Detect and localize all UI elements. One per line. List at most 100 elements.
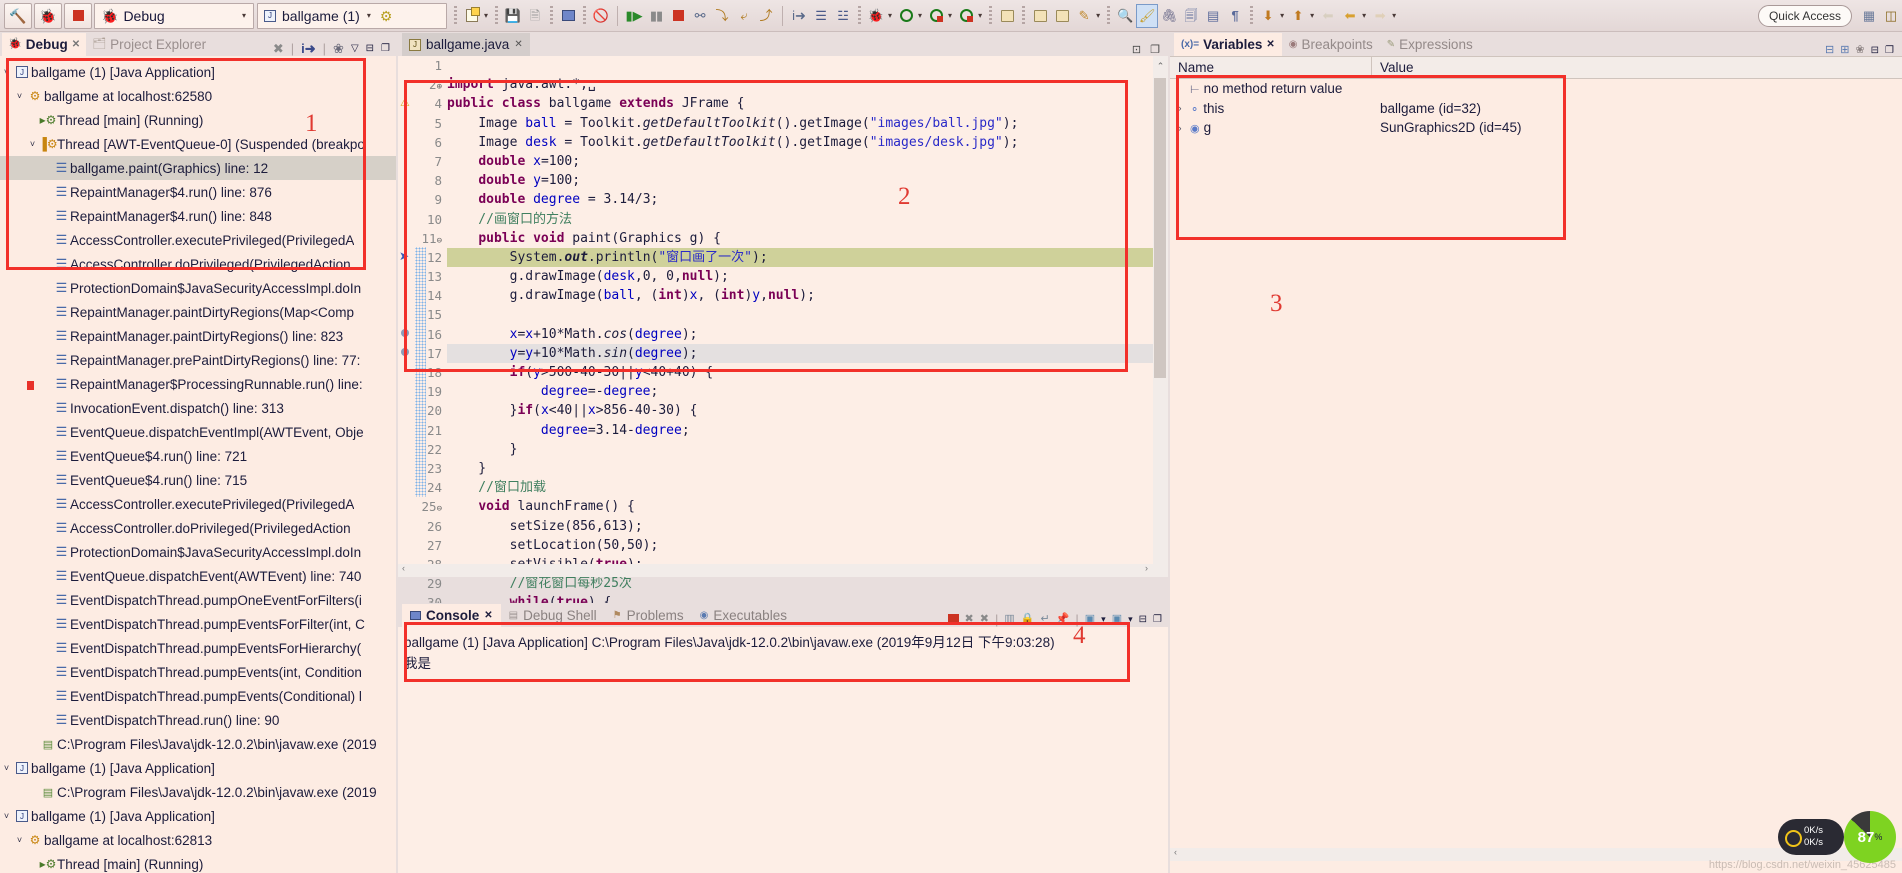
chevron-down-icon[interactable]: ▾ bbox=[1310, 11, 1314, 20]
debug-tree-row[interactable]: ˅ Jballgame (1) [Java Application] bbox=[0, 60, 396, 84]
instruction-stepping-button[interactable]: i➜ bbox=[788, 4, 810, 28]
editor-code-line[interactable]: Image desk = Toolkit.getDefaultToolkit()… bbox=[447, 133, 1168, 152]
maximize-icon[interactable]: ❐ bbox=[381, 43, 390, 54]
external-tools-button[interactable] bbox=[925, 4, 947, 28]
debug-tree-row[interactable]: ☰ EventQueue$4.run() line: 721 bbox=[0, 444, 396, 468]
current-instruction-pointer-icon[interactable]: ➤ bbox=[399, 249, 409, 263]
editor-code-line[interactable]: double x=100; bbox=[447, 152, 1168, 171]
debug-tree-row[interactable]: ☰ RepaintManager$4.run() line: 876 bbox=[0, 180, 396, 204]
tree-twisty-icon[interactable]: ˅ bbox=[0, 67, 13, 77]
column-header-name[interactable]: Name bbox=[1170, 57, 1372, 78]
debug-tree-row[interactable]: ☰ ProtectionDomain$JavaSecurityAccessImpl… bbox=[0, 276, 396, 300]
debug-tree-row[interactable]: ☰ RepaintManager.paintDirtyRegions(Map<Co… bbox=[0, 300, 396, 324]
tab-project-explorer[interactable]: 🗂 Project Explorer bbox=[86, 33, 212, 56]
debug-tree-row[interactable]: ▤ C:\Program Files\Java\jdk-12.0.2\bin\ja… bbox=[0, 780, 396, 804]
editor-code-line[interactable]: degree=3.14-degree; bbox=[447, 421, 1168, 440]
debug-tree-row[interactable]: ☰ InvocationEvent.dispatch() line: 313 bbox=[0, 396, 396, 420]
step-return-button[interactable]: ⤴ bbox=[755, 4, 777, 28]
warning-marker-icon[interactable]: ⚠ bbox=[400, 96, 410, 109]
chevron-down-icon[interactable]: ▾ bbox=[484, 11, 488, 20]
view-menu-icon[interactable]: ❀ bbox=[333, 42, 344, 55]
clear-console-icon[interactable]: ▥ bbox=[1004, 614, 1014, 625]
close-icon[interactable]: ✕ bbox=[484, 610, 492, 621]
editor-code-line[interactable]: double degree = 3.14/3; bbox=[447, 190, 1168, 209]
search-button[interactable]: ✎ bbox=[1073, 4, 1095, 28]
tab-executables[interactable]: ◉ Executables bbox=[692, 604, 795, 627]
resume-button[interactable]: ▮▶ bbox=[623, 4, 645, 28]
scroll-right-icon[interactable]: › bbox=[1145, 563, 1148, 573]
pilcrow-button[interactable]: ¶ bbox=[1224, 4, 1246, 28]
debug-tree-row[interactable]: ☰ RepaintManager.paintDirtyRegions() line… bbox=[0, 324, 396, 348]
display-selected-console-icon[interactable]: ▣ bbox=[1085, 614, 1095, 625]
close-icon[interactable]: ✕ bbox=[1266, 39, 1274, 50]
word-wrap-icon[interactable]: ↵ bbox=[1040, 614, 1049, 625]
tab-variables[interactable]: (x)= Variables ✕ bbox=[1174, 33, 1282, 56]
previous-annotation-button[interactable]: ⬆ bbox=[1287, 4, 1309, 28]
variables-table-row[interactable]: ⊢ no method return value bbox=[1170, 79, 1902, 99]
chevron-down-icon[interactable]: ▾ bbox=[242, 11, 246, 20]
debug-tree-row[interactable]: ☰ AccessController.doPrivileged(Privilege… bbox=[0, 252, 396, 276]
step-over-button[interactable]: ⤶ bbox=[733, 4, 755, 28]
debug-tree-row[interactable]: ˅ Jballgame (1) [Java Application] bbox=[0, 804, 396, 828]
open-type-button[interactable] bbox=[996, 4, 1018, 28]
chevron-down-icon[interactable]: ▾ bbox=[948, 11, 952, 20]
editor-code-line[interactable]: g.drawImage(ball, (int)x, (int)y,null); bbox=[447, 286, 1168, 305]
tab-debug-shell[interactable]: ▤ Debug Shell bbox=[501, 604, 605, 627]
debug-tree-row[interactable]: ▤ C:\Program Files\Java\jdk-12.0.2\bin\ja… bbox=[0, 732, 396, 756]
editor-code-line[interactable]: } bbox=[447, 459, 1168, 478]
next-annotation-button[interactable]: ⬇ bbox=[1257, 4, 1279, 28]
tab-console[interactable]: Console ✕ bbox=[402, 604, 501, 627]
coverage-button[interactable] bbox=[955, 4, 977, 28]
chevron-down-icon[interactable]: ▾ bbox=[367, 11, 371, 20]
editor-code-lines[interactable]: import java.awt.*;␣ public class ballgame… bbox=[447, 56, 1168, 649]
close-icon[interactable]: ✕ bbox=[514, 39, 522, 50]
debug-tree-row[interactable]: ☰ EventQueue.dispatchEvent(AWTEvent) line… bbox=[0, 564, 396, 588]
debug-tree-row[interactable]: ☰ EventDispatchThread.pumpEvents(int, Con… bbox=[0, 660, 396, 684]
maximize-icon[interactable]: ❐ bbox=[1150, 43, 1160, 56]
open-perspective-button[interactable]: ▦ bbox=[1858, 4, 1880, 28]
terminate-button-2[interactable] bbox=[667, 4, 689, 28]
step-into-button[interactable]: ⤵ bbox=[711, 4, 733, 28]
editor-code-line[interactable]: if(y>500-40-30||y<40+40) { bbox=[447, 363, 1168, 382]
new-java-class-button[interactable]: 🖌 bbox=[1136, 3, 1159, 28]
tree-twisty-icon[interactable]: ˅ bbox=[0, 811, 13, 821]
chevron-down-icon[interactable]: ▾ bbox=[978, 11, 982, 20]
editor-code-line[interactable]: degree=-degree; bbox=[447, 382, 1168, 401]
chevron-down-icon[interactable]: ▾ bbox=[1392, 11, 1396, 20]
editor-code-line[interactable]: //画窗口的方法 bbox=[447, 210, 1168, 229]
chevron-down-icon[interactable]: ▽ bbox=[351, 43, 359, 54]
fold-toggle-icon[interactable]: ⊖ bbox=[437, 504, 442, 514]
debug-tree-row[interactable]: ☰ RepaintManager.prePaintDirtyRegions() l… bbox=[0, 348, 396, 372]
chevron-down-icon[interactable]: ▾ bbox=[918, 11, 922, 20]
search-references-button[interactable]: 🔍 bbox=[1114, 4, 1136, 28]
fold-toggle-icon[interactable]: ⊕ bbox=[437, 82, 442, 92]
terminate-button[interactable] bbox=[64, 2, 92, 29]
suspend-button[interactable]: ▮▮ bbox=[645, 4, 667, 28]
editor-code-line[interactable]: x=x+10*Math.cos(degree); bbox=[447, 325, 1168, 344]
debug-tree-row[interactable]: ▸⚙ Thread [main] (Running) bbox=[0, 108, 396, 132]
chevron-down-icon[interactable]: ▾ bbox=[1362, 11, 1366, 20]
toggle-markup-button[interactable]: 🖇 bbox=[1158, 4, 1180, 28]
step-icon[interactable]: i➜ bbox=[301, 42, 316, 55]
debug-tree-row[interactable]: ☰ ballgame.paint(Graphics) line: 12 bbox=[0, 156, 396, 180]
tree-twisty-icon[interactable]: ˅ bbox=[26, 139, 39, 149]
console-button[interactable] bbox=[557, 4, 579, 28]
terminate-icon[interactable] bbox=[947, 614, 959, 625]
chevron-down-icon[interactable]: ▾ bbox=[1096, 11, 1100, 20]
variables-table-row[interactable]: › ◉ g SunGraphics2D (id=45) bbox=[1170, 118, 1902, 138]
breakpoint-icon[interactable] bbox=[401, 348, 409, 356]
new-java-project-button[interactable]: 🔨 bbox=[4, 2, 32, 29]
chevron-down-icon[interactable]: ▾ bbox=[1280, 11, 1284, 20]
editor-code-line[interactable]: double y=100; bbox=[447, 171, 1168, 190]
tree-twisty-icon[interactable]: › bbox=[1174, 103, 1186, 113]
remove-all-icon[interactable]: ✖ bbox=[980, 614, 989, 625]
skip-breakpoints-button[interactable]: 🚫 bbox=[590, 4, 612, 28]
console-output[interactable]: ballgame (1) [Java Application] C:\Progr… bbox=[398, 627, 1168, 873]
close-icon[interactable]: ✕ bbox=[72, 39, 80, 50]
tree-twisty-icon[interactable]: ˅ bbox=[13, 835, 26, 845]
debug-tree-row[interactable]: ☰ RepaintManager$ProcessingRunnable.run()… bbox=[0, 372, 396, 396]
view-menu-icon[interactable]: ❀ bbox=[1855, 45, 1864, 56]
debug-tree-row[interactable]: ˅ ⚙ ballgame at localhost:62813 bbox=[0, 828, 396, 852]
editor-code-line[interactable]: public void paint(Graphics g) { bbox=[447, 229, 1168, 248]
scroll-left-icon[interactable]: ‹ bbox=[402, 563, 405, 573]
